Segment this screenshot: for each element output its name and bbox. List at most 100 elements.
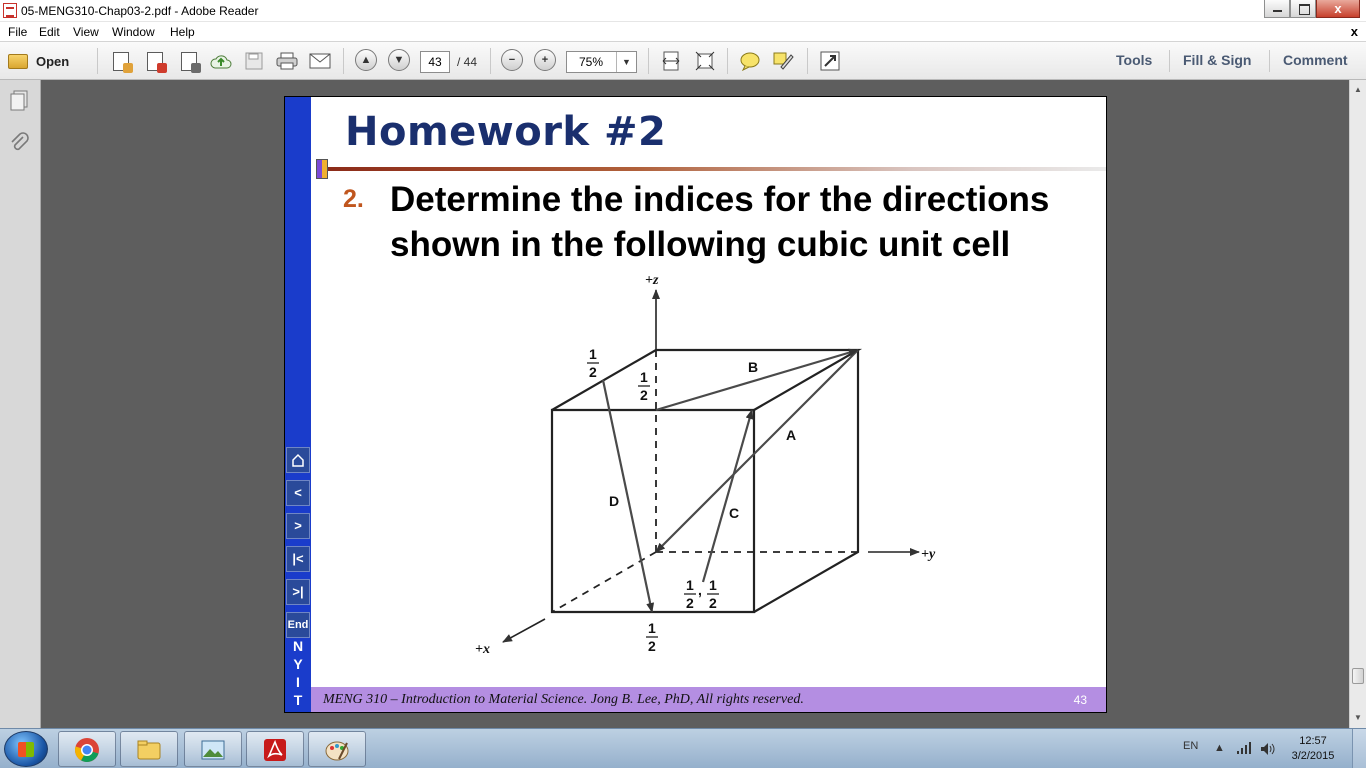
comment-link[interactable]: Comment [1283,52,1348,68]
cube-right-face [753,350,860,613]
export-pdf-icon[interactable] [143,49,167,73]
taskbar-adobe-reader[interactable] [246,731,304,767]
chrome-icon [75,738,99,762]
vertical-scrollbar[interactable]: ▲ ▼ [1349,80,1366,728]
slide-footer: MENG 310 – Introduction to Material Scie… [311,687,1106,712]
system-clock[interactable]: 12:57 3/2/2015 [1290,734,1336,764]
save-icon[interactable] [242,49,266,73]
direction-b-label: B [748,359,758,375]
document-page: < > |< >| End N Y I T Homework #2 2. Det… [284,96,1107,713]
tools-link[interactable]: Tools [1116,52,1152,68]
plus-icon: + [534,49,556,71]
sticky-note-icon[interactable] [738,49,762,73]
window-title-bar: 05-MENG310-Chap03-2.pdf - Adobe Reader x [0,0,1366,22]
fraction-denominator: 2 [686,595,694,611]
network-signal-icon[interactable] [1236,742,1252,757]
x-axis-arrow [502,618,546,643]
upload-cloud-icon[interactable] [209,49,233,73]
toolbar-divider [343,48,344,74]
language-indicator[interactable]: EN [1183,740,1198,752]
fraction-denominator: 2 [709,595,717,611]
highlight-text-icon[interactable] [772,49,796,73]
fill-sign-link[interactable]: Fill & Sign [1183,52,1251,68]
fraction-numerator: 1 [648,620,656,636]
direction-d-label: D [609,493,619,509]
maximize-button[interactable] [1290,0,1316,18]
scrollbar-thumb[interactable] [1352,668,1364,684]
windows-taskbar: EN ▲ 12:57 3/2/2015 [0,728,1366,768]
paint-palette-icon [325,741,349,761]
zoom-value: 75% [578,55,604,69]
arrow-up-icon: ▲ [355,49,377,71]
fraction-denominator: 2 [648,638,656,654]
attachments-icon[interactable] [8,132,30,154]
chevron-down-icon[interactable]: ▼ [616,52,636,72]
fraction-numerator: 1 [589,346,597,362]
toolbar-divider [727,48,728,74]
page-number-input[interactable]: 43 [420,51,450,73]
next-page-button[interactable]: ▼ [388,49,410,73]
fraction-bottom: 1 2 [646,620,658,654]
arrow-down-icon: ▼ [388,49,410,71]
page-total-label: / 44 [457,55,478,69]
volume-icon[interactable] [1260,742,1276,759]
create-pdf-icon[interactable] [109,49,133,73]
adobe-reader-app-icon [3,3,17,18]
zoom-out-button[interactable]: − [501,49,523,73]
fraction-bottom-pair: 1 2 , 1 2 [684,577,719,611]
fraction-numerator: 1 [686,577,694,593]
fraction-numerator: 1 [709,577,717,593]
toolbar-divider [97,48,98,74]
taskbar-photo-viewer[interactable] [184,731,242,767]
close-window-button[interactable]: x [1316,0,1360,18]
z-axis-label: +z [645,273,659,288]
toolbar-divider [648,48,649,74]
direction-c-vector [701,409,754,583]
menu-bar: File Edit View Window Help x [0,22,1366,42]
cube-top-face [551,348,863,411]
edit-pdf-icon[interactable] [177,49,201,73]
taskbar-file-explorer[interactable] [120,731,178,767]
navigation-pane [0,80,41,728]
expand-icon[interactable] [818,49,842,73]
zoom-select[interactable]: 75% ▼ [566,51,637,73]
menu-window[interactable]: Window [112,25,155,39]
menu-file[interactable]: File [8,25,27,39]
scroll-down-arrow-icon[interactable]: ▼ [1350,710,1366,726]
menu-help[interactable]: Help [170,25,195,39]
fit-width-icon[interactable] [659,49,683,73]
scroll-up-arrow-icon[interactable]: ▲ [1350,82,1366,98]
start-button[interactable] [4,731,48,767]
y-axis-label: +y [921,547,936,562]
photo-icon [201,740,225,760]
minus-icon: − [501,49,523,71]
open-button[interactable]: Open [8,49,84,73]
email-icon[interactable] [308,49,332,73]
menu-edit[interactable]: Edit [39,25,60,39]
toolbar-divider [1169,50,1170,72]
show-desktop-button[interactable] [1352,729,1366,768]
minimize-button[interactable] [1264,0,1290,18]
fraction-denominator: 2 [640,387,648,403]
previous-page-button[interactable]: ▲ [355,49,377,73]
direction-a-label: A [786,427,796,443]
x-axis-label: +x [475,642,490,657]
main-toolbar: Open ▲ ▼ 43 / 44 − + 75% ▼ Tools Fill & … [0,42,1366,80]
toolbar-divider [1269,50,1270,72]
menu-view[interactable]: View [73,25,99,39]
print-icon[interactable] [275,49,299,73]
toolbar-divider [490,48,491,74]
adobe-reader-icon [264,739,286,761]
page-thumbnails-icon[interactable] [8,90,30,112]
clock-time: 12:57 [1299,735,1327,747]
window-title: 05-MENG310-Chap03-2.pdf - Adobe Reader [21,4,259,18]
show-hidden-icons-icon[interactable]: ▲ [1214,742,1225,754]
fit-page-icon[interactable] [693,49,717,73]
taskbar-paint[interactable] [308,731,366,767]
folder-icon [137,740,161,760]
direction-c-label: C [729,505,739,521]
close-document-button[interactable]: x [1351,24,1358,39]
zoom-in-button[interactable]: + [534,49,556,73]
taskbar-chrome[interactable] [58,731,116,767]
folder-icon [8,53,28,69]
